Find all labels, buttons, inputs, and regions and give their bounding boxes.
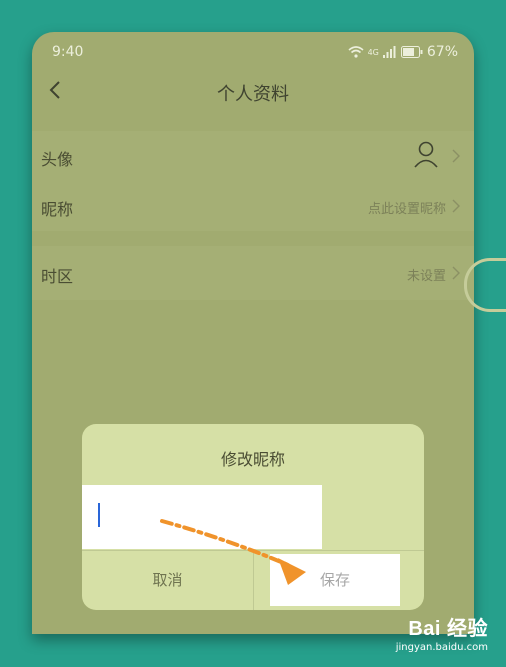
dialog-title: 修改昵称	[220, 450, 285, 469]
page-title: 个人资料	[217, 84, 289, 105]
battery-level: 67%	[426, 44, 458, 60]
row-label: 昵称	[41, 200, 74, 219]
row-label: 头像	[41, 150, 74, 169]
row-timezone[interactable]: 时区 未设置	[32, 250, 474, 296]
edit-nickname-dialog: 修改昵称 取消 保存	[82, 424, 424, 610]
wifi-icon	[348, 46, 364, 58]
network-type: 4G	[367, 47, 379, 57]
watermark-brand-text: Bai 经验	[408, 618, 488, 640]
chevron-right-icon	[452, 149, 460, 163]
save-button[interactable]: 保存	[270, 554, 400, 606]
status-time: 9:40	[52, 44, 84, 60]
battery-icon	[400, 46, 423, 58]
watermark-url: jingyan.baidu.com	[395, 642, 488, 653]
text-cursor	[98, 503, 100, 527]
row-value: 点此设置昵称	[367, 202, 446, 217]
status-bar: 9:40 4G 67%	[52, 42, 458, 64]
nickname-input[interactable]	[82, 485, 322, 549]
signal-icon	[382, 46, 396, 58]
button-divider	[253, 551, 254, 610]
status-right: 4G 67%	[348, 44, 458, 60]
watermark-brand: Bai 经验	[396, 612, 488, 641]
row-nickname[interactable]: 昵称 点此设置昵称	[32, 183, 474, 229]
row-avatar[interactable]: 头像	[32, 133, 474, 179]
baidu-watermark: Bai 经验 jingyan.baidu.com	[396, 612, 488, 653]
row-label: 时区	[41, 267, 74, 286]
avatar-icon	[414, 141, 438, 168]
row-value: 未设置	[406, 269, 446, 284]
nav-bar: 个人资料	[32, 72, 474, 112]
floating-assistant-button[interactable]	[464, 258, 506, 312]
chevron-right-icon	[452, 199, 460, 213]
chevron-right-icon	[452, 266, 460, 280]
cancel-button[interactable]: 取消	[82, 551, 253, 610]
